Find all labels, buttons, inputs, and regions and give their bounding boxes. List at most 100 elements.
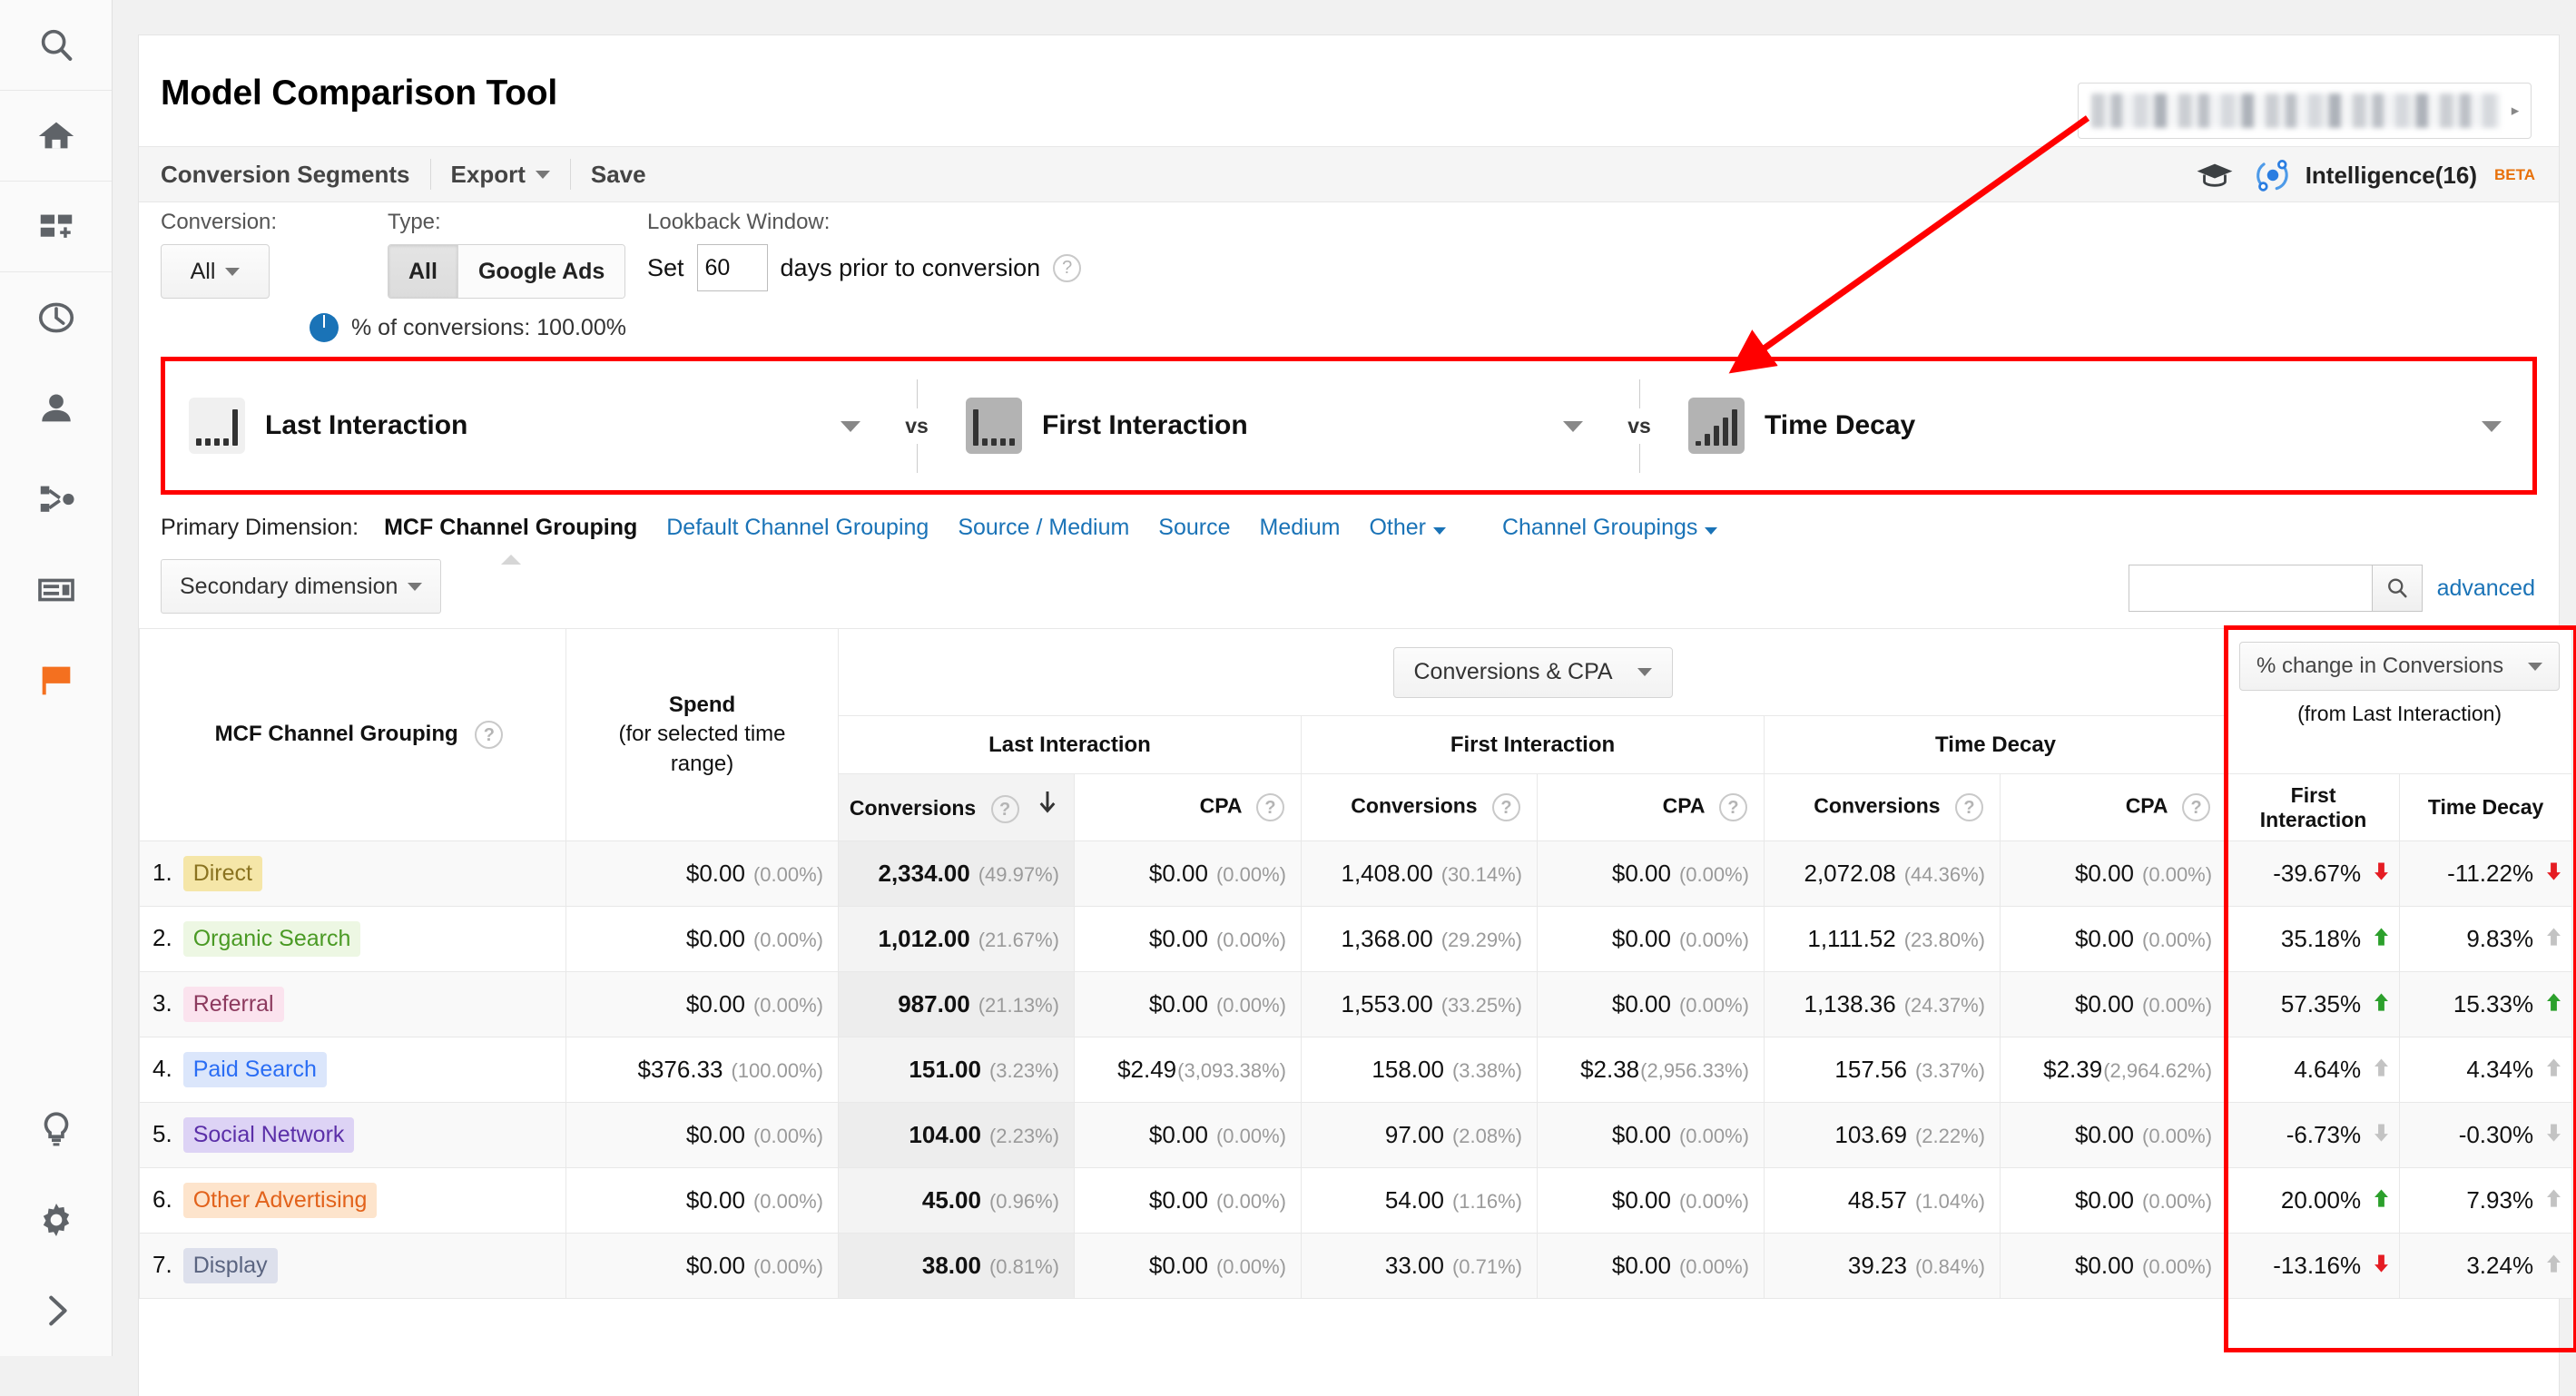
table-row[interactable]: 1. Direct $0.00 (0.00%) 2,334.00 (49.97%) $0.0…: [139, 841, 2573, 907]
channel-chip[interactable]: Other Advertising: [182, 1183, 378, 1218]
table-row[interactable]: 2. Organic Search $0.00 (0.00%) 1,012.00 (21.…: [139, 906, 2573, 972]
model-slot-3[interactable]: Time Decay: [1665, 361, 2532, 490]
type-option-all[interactable]: All: [388, 245, 457, 298]
help-icon[interactable]: ?: [1256, 793, 1284, 821]
sidebar-item-realtime[interactable]: [0, 272, 112, 363]
intelligence-button[interactable]: Intelligence(16) BETA: [2253, 155, 2535, 195]
channel-chip[interactable]: Organic Search: [182, 921, 361, 957]
table-row[interactable]: 7. Display $0.00 (0.00%) 38.00 (0.81%) $0.00 (0…: [139, 1233, 2573, 1299]
sidebar-item-acquisition[interactable]: [0, 454, 112, 545]
dimension-link-other[interactable]: Other: [1354, 515, 1460, 541]
dimension-link-source-medium[interactable]: Source / Medium: [943, 515, 1144, 541]
academy-cap-icon[interactable]: [2195, 162, 2235, 189]
chevron-down-icon[interactable]: [1563, 421, 1583, 432]
help-icon[interactable]: ?: [1719, 793, 1747, 821]
other-label: Other: [1369, 515, 1426, 540]
lookback-help-icon[interactable]: ?: [1053, 253, 1082, 282]
cell-value: 1,138.36 (24.37%): [1764, 971, 2001, 1037]
chevron-down-icon: [1637, 668, 1652, 676]
sidebar-item-behavior[interactable]: [0, 545, 112, 635]
help-icon[interactable]: ?: [990, 795, 1019, 824]
sidebar-item-admin[interactable]: [0, 1175, 112, 1265]
table-row[interactable]: 3. Referral $0.00 (0.00%) 987.00 (21.13%) $0.0…: [139, 971, 2573, 1037]
lookback-days-input[interactable]: [696, 244, 768, 291]
table-row[interactable]: 4. Paid Search $376.33 (100.00%) 151.00 (3.23…: [139, 1037, 2573, 1103]
col-li-cpa[interactable]: CPA ?: [1074, 773, 1302, 841]
conversion-segments-button[interactable]: Conversion Segments: [161, 146, 430, 202]
col-td-cpa[interactable]: CPA ?: [1999, 773, 2228, 841]
value-percent: (0.00%): [1215, 1125, 1286, 1147]
col-fi-cpa[interactable]: CPA ?: [1537, 773, 1765, 841]
value-percent: (2.23%): [988, 1125, 1059, 1147]
primary-dimension-active[interactable]: MCF Channel Grouping: [369, 515, 652, 565]
value-percent: (0.00%): [1215, 863, 1286, 886]
chevron-down-icon[interactable]: [841, 421, 860, 432]
value: $0.00: [1148, 990, 1208, 1018]
type-option-google-ads[interactable]: Google Ads: [457, 245, 625, 298]
channel-chip[interactable]: Social Network: [182, 1117, 355, 1153]
cell-value: 151.00 (3.23%): [838, 1037, 1075, 1103]
dimension-link-source[interactable]: Source: [1144, 515, 1244, 541]
value-percent: (0.00%): [1215, 994, 1286, 1017]
model-slot-1[interactable]: Last Interaction: [165, 361, 891, 490]
chevron-down-icon[interactable]: [2482, 421, 2502, 432]
trend-arrow-icon: [2374, 1058, 2390, 1076]
col-li-conversions[interactable]: Conversions ?: [838, 773, 1075, 841]
col-chg-time-decay[interactable]: Time Decay: [2399, 773, 2573, 841]
metric-selector[interactable]: Conversions & CPA: [1392, 646, 1673, 698]
change-value: -11.22%: [2447, 860, 2534, 887]
sidebar-item-audience[interactable]: [0, 363, 112, 454]
sidebar-item-customization[interactable]: [0, 182, 112, 272]
sidebar-item-expand[interactable]: [0, 1265, 112, 1356]
help-icon[interactable]: ?: [1955, 793, 1983, 821]
dimension-help-icon[interactable]: ?: [475, 721, 504, 749]
channel-chip[interactable]: Display: [182, 1248, 278, 1283]
change-value: 35.18%: [2280, 925, 2362, 952]
model-slot-2[interactable]: First Interaction: [942, 361, 1614, 490]
secondary-dimension-button[interactable]: Secondary dimension: [161, 559, 442, 614]
dimension-link-medium[interactable]: Medium: [1245, 515, 1355, 541]
customization-icon: [40, 214, 72, 238]
cell-value: 38.00 (0.81%): [838, 1233, 1075, 1299]
conversion-select[interactable]: All: [161, 244, 270, 299]
type-segmented-control[interactable]: All Google Ads: [388, 244, 626, 299]
sidebar-item-discover[interactable]: [0, 1084, 112, 1175]
cell-change-first-interaction: -13.16%: [2227, 1233, 2401, 1299]
help-icon[interactable]: ?: [1492, 793, 1520, 821]
save-label: Save: [590, 160, 646, 188]
value-percent: (0.00%): [2142, 1255, 2213, 1278]
conversion-segments-label: Conversion Segments: [161, 160, 410, 188]
sidebar-item-search[interactable]: [0, 0, 112, 91]
value: $0.00: [1611, 1121, 1671, 1148]
value-percent: (24.37%): [1903, 994, 1985, 1017]
sidebar-item-home[interactable]: [0, 91, 112, 182]
sidebar-item-conversions[interactable]: [0, 635, 112, 726]
model-comparison-table: MCF Channel Grouping ? Spend (for select…: [139, 628, 2573, 1299]
cell-value: $0.00 (0.00%): [565, 971, 839, 1037]
search-button[interactable]: [2372, 565, 2423, 612]
cell-channel: 5. Social Network: [139, 1102, 566, 1168]
dimension-link-default-channel-grouping[interactable]: Default Channel Grouping: [652, 515, 943, 541]
search-input[interactable]: [2129, 565, 2372, 612]
table-row[interactable]: 5. Social Network $0.00 (0.00%) 104.00 (2.23%…: [139, 1102, 2573, 1168]
help-icon[interactable]: ?: [2182, 793, 2211, 821]
value: $2.49: [1117, 1056, 1177, 1083]
vs-label: vs: [1627, 413, 1651, 437]
save-button[interactable]: Save: [571, 146, 666, 202]
channel-chip[interactable]: Paid Search: [182, 1052, 327, 1087]
channel-chip[interactable]: Referral: [182, 987, 284, 1022]
channel-chip[interactable]: Direct: [182, 856, 262, 891]
advanced-link[interactable]: advanced: [2437, 575, 2535, 602]
cell-value: 97.00 (2.08%): [1301, 1102, 1538, 1168]
spend-header-cell[interactable]: Spend (for selected time range): [565, 628, 839, 841]
pct-change-selector[interactable]: % change in Conversions: [2239, 642, 2561, 691]
table-row[interactable]: 6. Other Advertising $0.00 (0.00%) 45.00 (0.9…: [139, 1167, 2573, 1234]
col-td-conversions[interactable]: Conversions ?: [1764, 773, 2001, 841]
col-chg-first-interaction[interactable]: First Interaction: [2227, 773, 2401, 841]
dimension-link-channel-groupings[interactable]: Channel Groupings: [1488, 515, 1732, 541]
export-button[interactable]: Export: [431, 146, 570, 202]
account-selector[interactable]: ▸: [2078, 83, 2532, 139]
sort-descending-icon[interactable]: [1037, 791, 1057, 821]
account-name-blurred: [2091, 93, 2500, 128]
col-fi-conversions[interactable]: Conversions ?: [1301, 773, 1538, 841]
